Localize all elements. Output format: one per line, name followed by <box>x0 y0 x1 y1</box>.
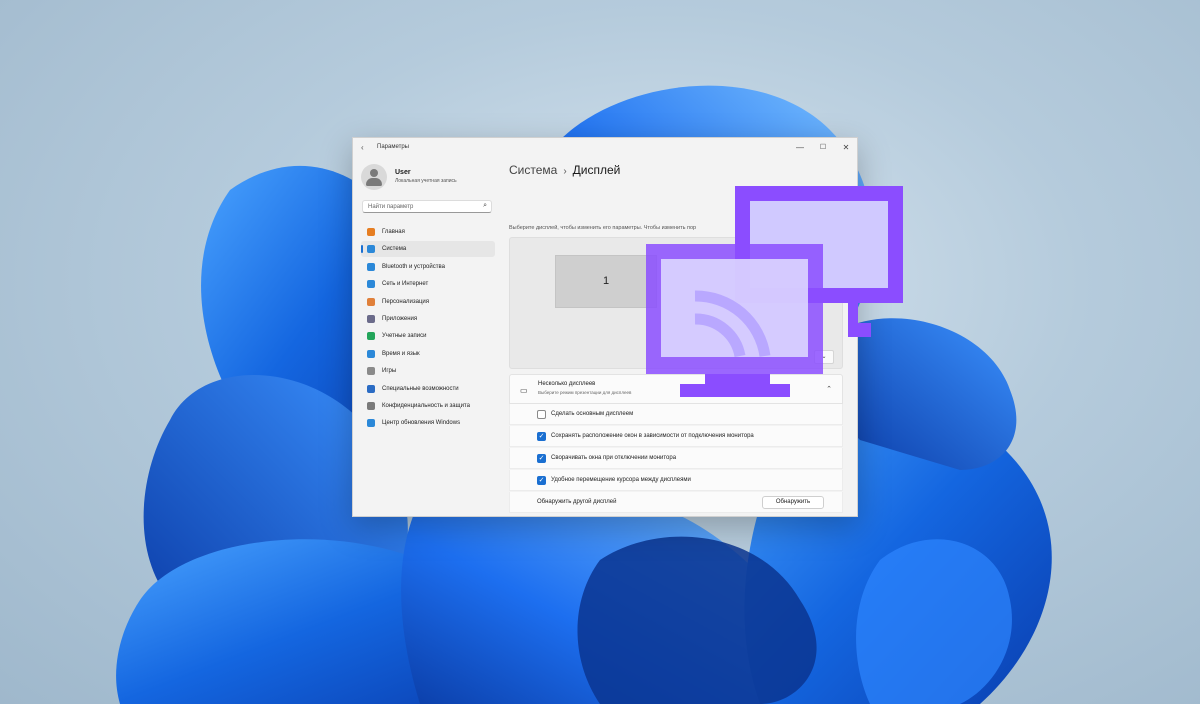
sidebar-item[interactable]: Специальные возможности <box>361 381 495 397</box>
checkbox-unchecked[interactable] <box>537 410 546 419</box>
accessibility-icon <box>367 384 375 393</box>
sidebar-nav: Главная Система Bluetooth и устройства Сеть… <box>361 224 495 433</box>
sidebar-item-label: Bluetooth и устройства <box>382 263 445 270</box>
sidebar-item[interactable]: Игры <box>361 363 495 379</box>
account-icon <box>367 332 375 341</box>
sidebar-item-label: Сеть и Интернет <box>382 281 429 288</box>
page-title: Дисплей <box>572 163 621 177</box>
brush-icon <box>367 297 375 306</box>
user-name: User <box>395 169 411 176</box>
detect-button[interactable]: Обнаружить <box>762 496 824 509</box>
apps-icon <box>367 314 375 323</box>
sidebar-item-label: Главная <box>382 229 405 235</box>
avatar <box>361 164 387 190</box>
cast-display-overlay-icon <box>646 186 903 397</box>
checkbox-checked[interactable]: ✓ <box>537 454 546 463</box>
sidebar-item-label: Учетные записи <box>382 333 427 340</box>
sidebar-item[interactable]: Учетные записи <box>361 328 495 344</box>
checkbox-checked[interactable]: ✓ <box>537 432 546 441</box>
breadcrumb: Система › Дисплей <box>509 163 620 177</box>
option-label: Удобное перемещение курсора между диспле… <box>551 477 691 483</box>
sidebar-item[interactable]: Время и язык <box>361 346 495 362</box>
sidebar-item-label: Персонализация <box>382 298 430 305</box>
sidebar-item-label: Специальные возможности <box>382 385 459 392</box>
app-title: Параметры <box>377 144 409 150</box>
update-icon <box>367 419 375 428</box>
option-row[interactable]: ✓ Сохранять расположение окон в зависимос… <box>509 426 843 447</box>
sidebar-item[interactable]: Главная <box>361 224 495 240</box>
sidebar-item-label: Конфиденциальность и защита <box>382 402 470 409</box>
detect-display-row: Обнаружить другой дисплей Обнаружить <box>509 492 843 513</box>
sidebar-item[interactable]: Система <box>361 241 495 258</box>
detect-display-label: Обнаружить другой дисплей <box>537 499 617 505</box>
option-row[interactable]: ✓ Удобное перемещение курсора между диспл… <box>509 470 843 491</box>
sidebar-item-label: Время и язык <box>382 350 420 357</box>
search-placeholder: Найти параметр <box>368 204 414 210</box>
breadcrumb-parent[interactable]: Система <box>509 163 557 177</box>
option-row[interactable]: ✓ Сворачивать окна при отключении монитор… <box>509 448 843 469</box>
shield-icon <box>367 401 375 410</box>
sidebar-item[interactable]: Приложения <box>361 311 495 327</box>
search-icon: ⌕ <box>483 202 487 209</box>
sidebar-item[interactable]: Центр обновления Windows <box>361 415 495 431</box>
option-row[interactable]: Сделать основным дисплеем <box>509 404 843 425</box>
multiple-displays-title: Несколько дисплеев <box>538 381 596 387</box>
sidebar-item[interactable]: Bluetooth и устройства <box>361 259 495 275</box>
monitor-icon <box>367 245 375 254</box>
home-icon <box>367 228 375 236</box>
checkbox-checked[interactable]: ✓ <box>537 476 546 485</box>
sidebar-item[interactable]: Сеть и Интернет <box>361 276 495 292</box>
bluetooth-icon <box>367 262 375 271</box>
sidebar-item[interactable]: Персонализация <box>361 294 495 310</box>
option-label: Сворачивать окна при отключении монитора <box>551 455 677 461</box>
back-arrow-icon[interactable]: ‹ <box>361 143 364 152</box>
sidebar-item-label: Центр обновления Windows <box>382 420 461 427</box>
breadcrumb-separator: › <box>563 166 567 177</box>
sidebar-item[interactable]: Конфиденциальность и защита <box>361 398 495 414</box>
sidebar-item-label: Игры <box>382 368 397 375</box>
option-label: Сделать основным дисплеем <box>551 411 634 417</box>
multiple-displays-icon: ▭ <box>520 386 528 395</box>
wifi-icon <box>367 280 375 289</box>
sidebar-item-label: Приложения <box>382 315 418 322</box>
user-profile[interactable]: User Локальная учетная запись <box>361 164 491 190</box>
option-label: Сохранять расположение окон в зависимост… <box>551 433 754 439</box>
search-input[interactable]: Найти параметр ⌕ <box>362 200 492 213</box>
multiple-displays-subtitle: Выберите режим презентации для дисплеев <box>538 390 632 395</box>
globe-icon <box>367 349 375 358</box>
gamepad-icon <box>367 367 375 376</box>
user-account-type: Локальная учетная запись <box>395 178 457 184</box>
sidebar-item-label: Система <box>382 246 407 253</box>
